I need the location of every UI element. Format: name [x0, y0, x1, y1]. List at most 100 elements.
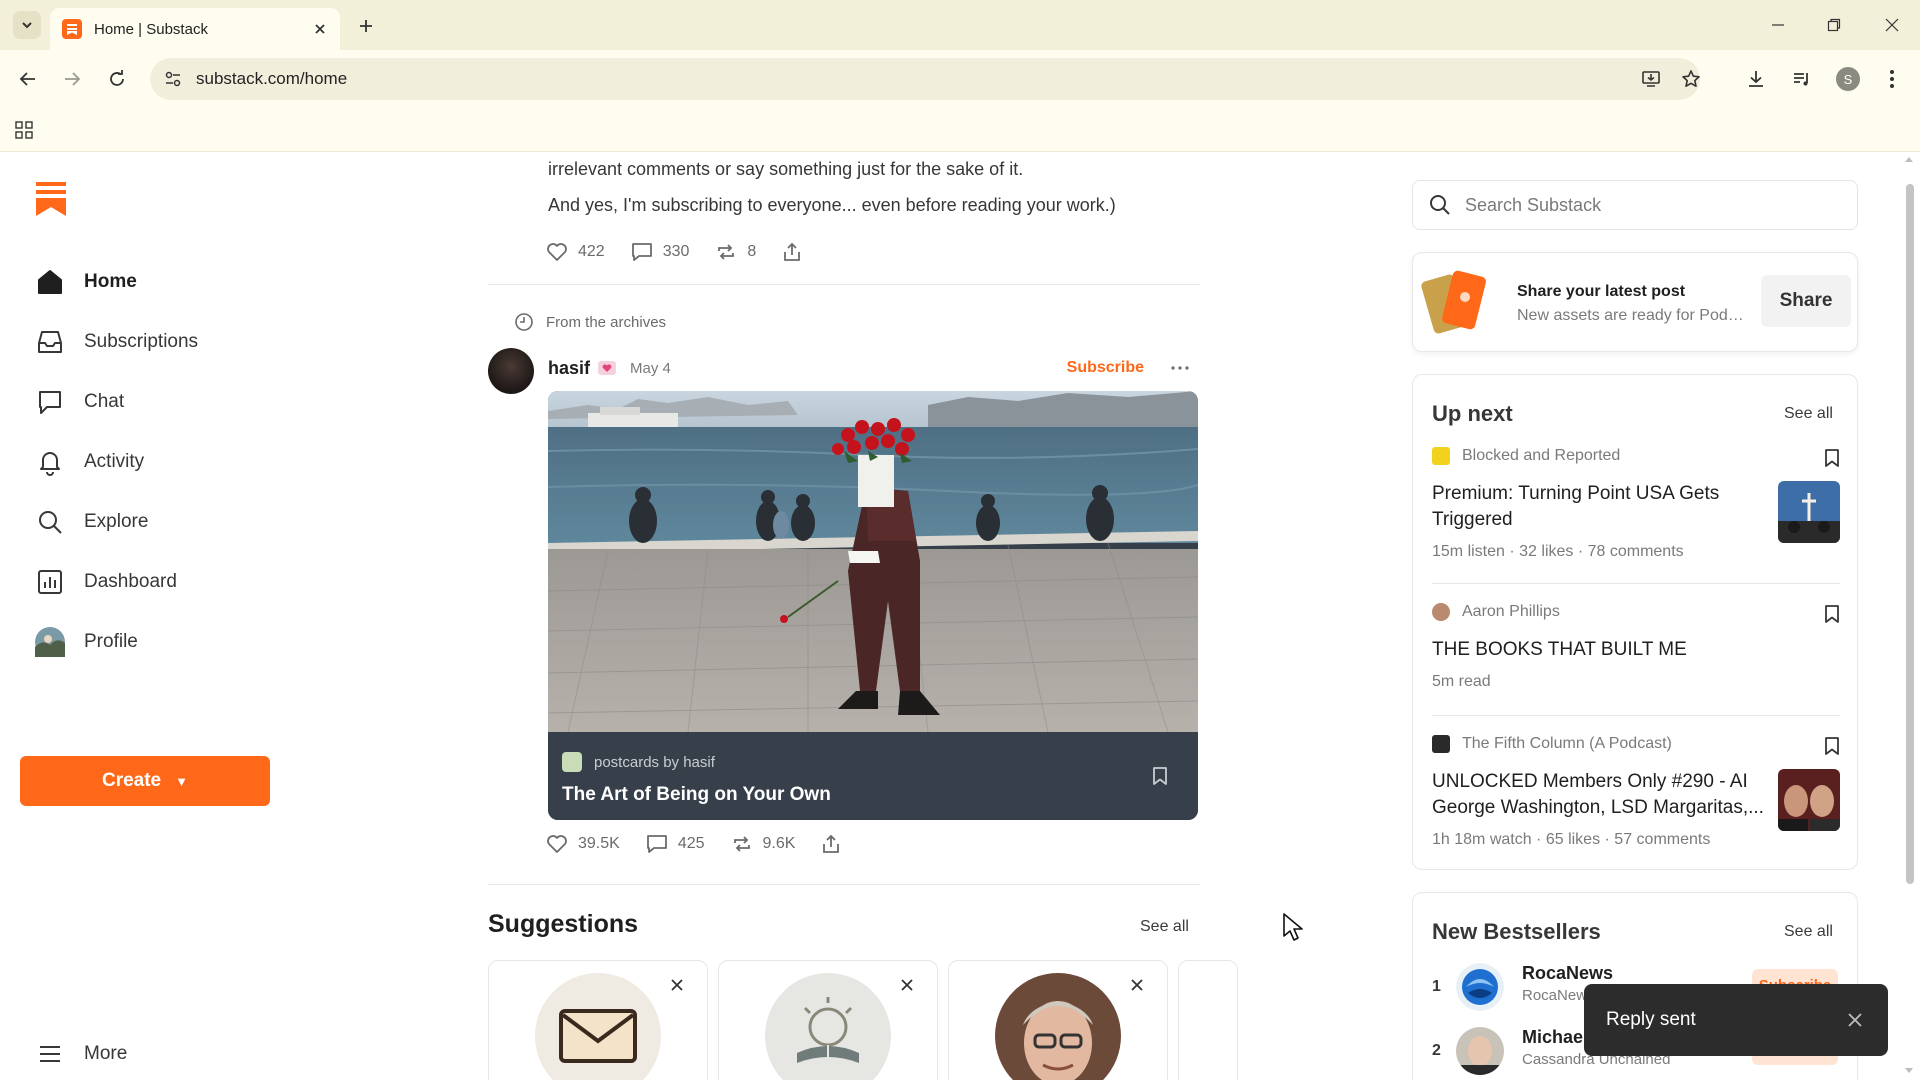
install-app-icon[interactable] — [1636, 64, 1666, 94]
divider — [488, 284, 1200, 285]
search-input[interactable] — [1465, 194, 1825, 216]
nav-chat[interactable]: Chat — [30, 378, 270, 426]
create-button[interactable]: Create ▼ — [20, 756, 270, 806]
bookmark-icon[interactable] — [1148, 764, 1172, 788]
author-avatar[interactable] — [488, 348, 534, 394]
close-window-icon[interactable] — [1870, 10, 1914, 40]
archive-label: From the archives — [546, 313, 667, 331]
restore-icon[interactable] — [1812, 10, 1856, 40]
minimize-icon[interactable] — [1756, 10, 1800, 40]
suggestion-card[interactable] — [948, 960, 1168, 1080]
nav-home[interactable]: Home — [30, 258, 270, 306]
suggestion-card[interactable] — [488, 960, 708, 1080]
download-icon[interactable] — [1740, 63, 1772, 95]
bestsellers-title: New Bestsellers — [1432, 919, 1601, 944]
item-thumbnail — [1778, 769, 1840, 831]
restack-count: 8 — [747, 243, 757, 260]
nav-explore[interactable]: Explore — [30, 498, 270, 546]
source-name: Aaron Phillips — [1462, 603, 1560, 620]
envelope-logo — [535, 973, 661, 1080]
share-post-button[interactable] — [782, 242, 812, 262]
item-title[interactable]: THE BOOKS THAT BUILT ME — [1432, 637, 1832, 663]
close-icon[interactable] — [1840, 1005, 1870, 1035]
feed: irrelevant comments or say something jus… — [488, 152, 1238, 1080]
search-icon — [1430, 195, 1450, 215]
comment-button[interactable]: 330 — [631, 242, 689, 262]
nav-profile[interactable]: Profile — [30, 618, 270, 666]
like-button[interactable]: 39.5K — [546, 834, 620, 854]
restack-button[interactable]: 8 — [715, 242, 756, 262]
publication-icon — [562, 752, 582, 772]
media-control-icon[interactable] — [1786, 63, 1818, 95]
bookmark-star-icon[interactable] — [1676, 64, 1706, 94]
source-icon — [1432, 735, 1450, 753]
author-photo — [995, 973, 1121, 1080]
tab-search-button[interactable] — [13, 11, 41, 39]
dismiss-icon[interactable] — [1125, 973, 1149, 997]
heart-icon — [547, 243, 567, 261]
site-info-icon[interactable] — [158, 64, 188, 94]
dismiss-icon[interactable] — [665, 973, 689, 997]
suggestions-see-all[interactable]: See all — [1140, 918, 1189, 936]
subscribe-link[interactable]: Subscribe — [1067, 359, 1144, 377]
nav-explore-label: Explore — [84, 511, 149, 532]
share-button[interactable]: Share — [1761, 275, 1851, 327]
reload-icon[interactable] — [101, 63, 133, 95]
up-next-item[interactable]: The Fifth Column (A Podcast) UNLOCKED Me… — [1432, 735, 1840, 859]
up-next-item[interactable]: Aaron Phillips THE BOOKS THAT BUILT ME 5… — [1432, 603, 1840, 703]
apps-grid-icon[interactable] — [12, 118, 36, 142]
more-options-icon[interactable] — [1166, 354, 1194, 382]
nav-dashboard[interactable]: Dashboard — [30, 558, 270, 606]
restack-button[interactable]: 9.6K — [731, 834, 795, 854]
up-next-item[interactable]: Blocked and Reported Premium: Turning Po… — [1432, 447, 1840, 571]
nav-home-label: Home — [84, 271, 137, 292]
browser-menu-icon[interactable] — [1876, 63, 1908, 95]
comment-button[interactable]: 425 — [646, 834, 705, 854]
item-title[interactable]: Premium: Turning Point USA Gets Triggere… — [1432, 481, 1768, 533]
search-box[interactable] — [1412, 180, 1858, 230]
author-photo — [1456, 1027, 1504, 1075]
close-tab-icon[interactable] — [306, 15, 334, 43]
share-post-button[interactable] — [821, 834, 851, 854]
nav-dashboard-label: Dashboard — [84, 571, 177, 592]
bookmark-icon[interactable] — [1822, 603, 1842, 625]
post-author-row: hasif May 4 Subscribe — [548, 354, 1200, 382]
suggestion-card[interactable] — [718, 960, 938, 1080]
search-icon — [30, 502, 70, 542]
tab-title: Home | Substack — [94, 20, 208, 38]
post-text-line: And yes, I'm subscribing to everyone... … — [548, 195, 1116, 215]
item-thumbnail — [1778, 481, 1840, 543]
bookmark-icon[interactable] — [1822, 447, 1842, 469]
profile-avatar-icon[interactable]: S — [1832, 63, 1864, 95]
mouse-cursor-icon — [1282, 912, 1306, 944]
browser-tab-active[interactable]: Home | Substack — [50, 8, 340, 50]
substack-page: Home Subscriptions Chat Activity Explore… — [0, 152, 1920, 1080]
back-icon[interactable] — [12, 63, 44, 95]
bestsellers-see-all[interactable]: See all — [1784, 923, 1833, 941]
post-card[interactable]: postcards by hasif The Art of Being on Y… — [548, 391, 1198, 820]
nav-subscriptions[interactable]: Subscriptions — [30, 318, 270, 366]
forward-icon[interactable] — [56, 63, 88, 95]
nav-more[interactable]: More — [30, 1030, 270, 1078]
rank-number: 2 — [1432, 1042, 1441, 1059]
post-title[interactable]: The Art of Being on Your Own — [562, 784, 831, 806]
like-button[interactable]: 422 — [546, 242, 605, 262]
item-meta: 5m read — [1432, 673, 1491, 690]
substack-logo-icon[interactable] — [36, 182, 66, 216]
address-bar[interactable]: substack.com/home — [150, 58, 1700, 100]
dismiss-icon[interactable] — [895, 973, 919, 997]
up-next-see-all[interactable]: See all — [1784, 405, 1833, 423]
share-heading: Share your latest post — [1517, 283, 1686, 300]
author-name[interactable]: hasif — [548, 358, 590, 379]
chevron-down-icon — [22, 22, 32, 29]
new-tab-icon[interactable] — [352, 12, 380, 40]
toast-text: Reply sent — [1606, 1009, 1696, 1030]
page-scrollbar[interactable] — [1902, 152, 1916, 1080]
nav-activity[interactable]: Activity — [30, 438, 270, 486]
bar-chart-icon — [30, 562, 70, 602]
item-title[interactable]: UNLOCKED Members Only #290 - AI George W… — [1432, 769, 1768, 821]
scroll-thumb[interactable] — [1906, 184, 1914, 884]
url-text[interactable]: substack.com/home — [196, 69, 347, 89]
bookmark-icon[interactable] — [1822, 735, 1842, 757]
suggestion-card-partial[interactable] — [1178, 960, 1238, 1080]
